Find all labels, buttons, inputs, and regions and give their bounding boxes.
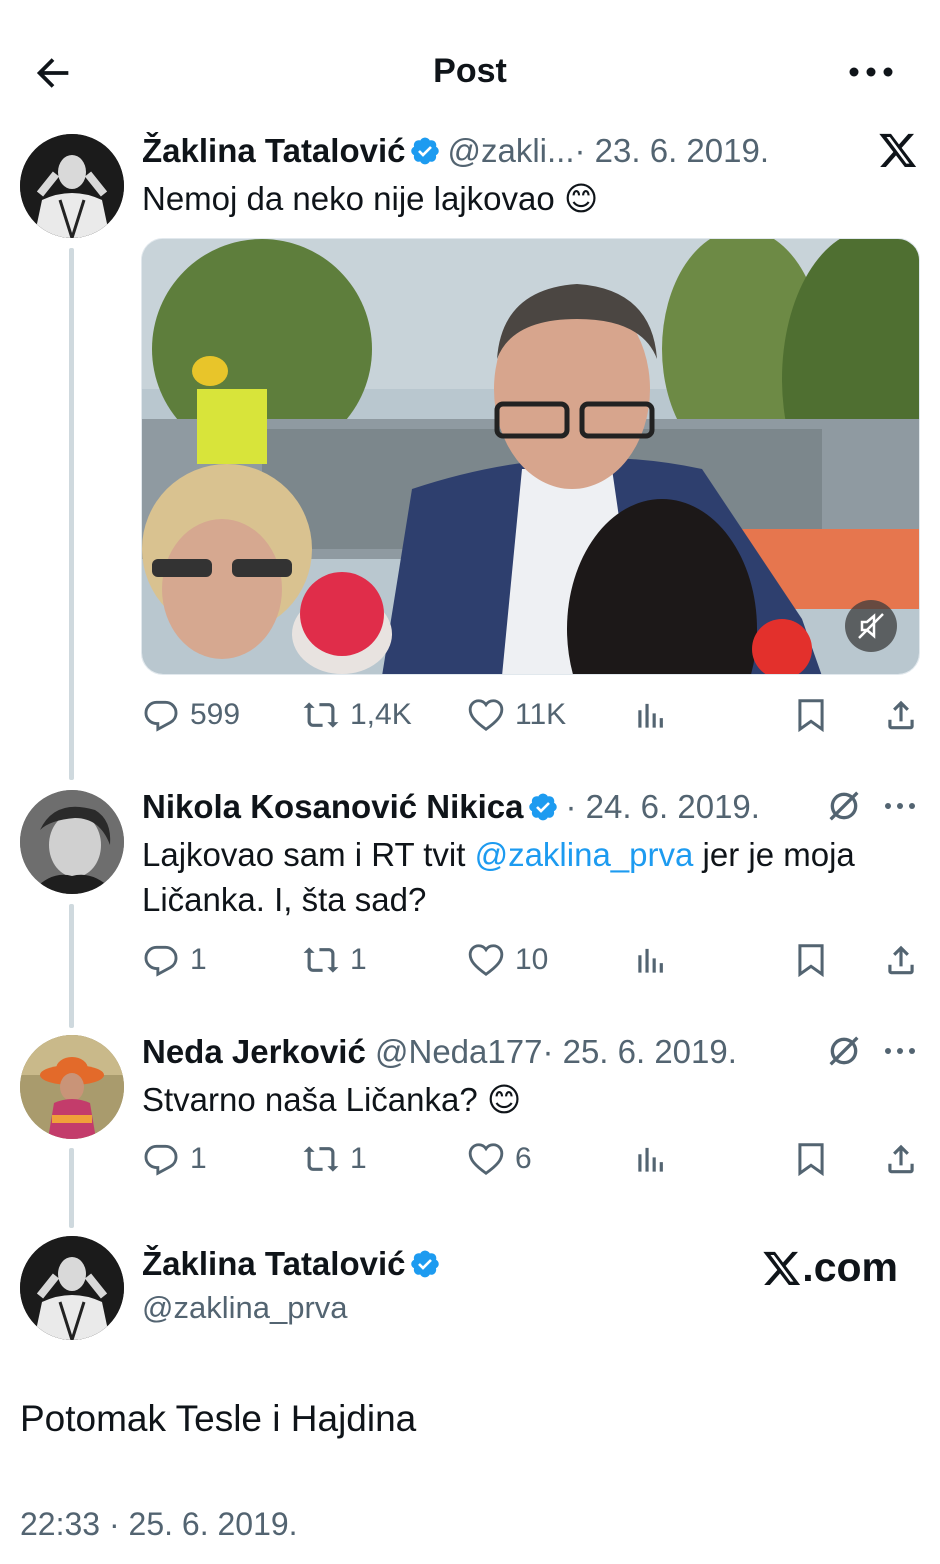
- like-button[interactable]: 6: [467, 1134, 532, 1184]
- author-name[interactable]: Neda Jerković: [142, 1033, 366, 1070]
- reply-button[interactable]: 1: [142, 1134, 207, 1184]
- like-icon: [468, 944, 504, 977]
- more-icon[interactable]: [882, 792, 918, 820]
- avatar[interactable]: [20, 790, 124, 894]
- avatar[interactable]: [20, 1236, 124, 1340]
- tweet-text: Stvarno naša Ličanka? 😊: [142, 1081, 522, 1118]
- reply-count: 1: [190, 1142, 207, 1175]
- like-icon: [468, 699, 504, 732]
- main-tweet-timestamp[interactable]: 22:33 · 25. 6. 2019.: [20, 1506, 298, 1543]
- thread-line: [69, 904, 74, 1028]
- share-button[interactable]: [882, 935, 920, 985]
- bookmark-icon: [798, 944, 824, 978]
- share-icon: [888, 945, 914, 975]
- views-button[interactable]: [632, 935, 670, 985]
- reply-count: 599: [190, 698, 241, 731]
- reply-icon: [144, 1144, 178, 1176]
- page-title: Post: [433, 52, 507, 90]
- author-handle[interactable]: @zakli...: [447, 132, 574, 169]
- more-icon[interactable]: [846, 52, 896, 92]
- grok-icon[interactable]: [824, 786, 864, 826]
- avatar[interactable]: [20, 134, 124, 238]
- tweet-actions: 599 1,4K 11K: [142, 690, 922, 740]
- tweet-date[interactable]: · 23. 6. 2019.: [575, 132, 769, 169]
- repost-count: 1: [350, 1142, 367, 1175]
- bookmark-button[interactable]: [792, 1134, 830, 1184]
- like-button[interactable]: 10: [467, 935, 548, 985]
- tweet-actions: 1 1 10: [142, 935, 922, 985]
- x-com-watermark: .com: [762, 1244, 898, 1291]
- x-logo-icon: [879, 133, 917, 167]
- grok-icon[interactable]: [824, 1031, 864, 1071]
- repost-count: 1,4K: [350, 698, 412, 731]
- x-logo-icon: [763, 1251, 801, 1285]
- like-count: 6: [515, 1142, 532, 1175]
- verified-icon: [411, 137, 440, 165]
- tweet-date[interactable]: · 24. 6. 2019.: [565, 788, 759, 825]
- like-icon: [468, 1143, 504, 1176]
- tweet-text: Nemoj da neko nije lajkovao 😊: [142, 180, 599, 217]
- repost-count: 1: [350, 943, 367, 976]
- verified-icon: [529, 793, 558, 821]
- main-tweet-text: Potomak Tesle i Hajdina: [20, 1398, 417, 1439]
- like-count: 11K: [515, 698, 567, 731]
- like-count: 10: [515, 943, 549, 976]
- bookmark-button[interactable]: [792, 690, 830, 740]
- more-icon[interactable]: [882, 1037, 918, 1065]
- share-icon: [888, 700, 914, 730]
- author-handle[interactable]: @Neda177: [375, 1033, 542, 1070]
- tweet-header: Neda Jerković @Neda177· 25. 6. 2019.: [142, 1032, 737, 1072]
- repost-icon: [303, 702, 339, 728]
- like-button[interactable]: 11K: [467, 690, 566, 740]
- bookmark-button[interactable]: [792, 935, 830, 985]
- share-button[interactable]: [882, 1134, 920, 1184]
- share-button[interactable]: [882, 690, 920, 740]
- author-name[interactable]: Žaklina Tatalović: [142, 132, 405, 169]
- mention-link[interactable]: @zaklina_prva: [475, 836, 694, 873]
- repost-icon: [303, 1146, 339, 1172]
- share-icon: [888, 1144, 914, 1174]
- reply-icon: [144, 945, 178, 977]
- top-bar: Post: [0, 0, 940, 140]
- thread-line: [69, 1148, 74, 1228]
- views-icon: [638, 1147, 663, 1172]
- verified-icon: [411, 1250, 440, 1278]
- bookmark-icon: [798, 1143, 824, 1177]
- thread-line: [69, 248, 74, 780]
- repost-icon: [303, 947, 339, 973]
- reply-button[interactable]: 1: [142, 935, 207, 985]
- reply-icon: [144, 700, 178, 732]
- tweet-date[interactable]: · 25. 6. 2019.: [542, 1033, 736, 1070]
- views-button[interactable]: [632, 690, 670, 740]
- tweet-header: Žaklina Tatalović @zakli...· 23. 6. 2019.: [142, 131, 769, 171]
- video-thumbnail[interactable]: [141, 238, 920, 675]
- reply-button[interactable]: 599: [142, 690, 240, 740]
- mute-icon: [858, 613, 884, 639]
- avatar[interactable]: [20, 1035, 124, 1139]
- main-author-name[interactable]: Žaklina Tatalović: [142, 1244, 447, 1284]
- tweet-actions: 1 1 6: [142, 1134, 922, 1184]
- author-name[interactable]: Nikola Kosanović Nikica: [142, 788, 523, 825]
- bookmark-icon: [798, 699, 824, 733]
- reply-count: 1: [190, 943, 207, 976]
- views-button[interactable]: [632, 1134, 670, 1184]
- views-icon: [638, 948, 663, 973]
- main-author-handle[interactable]: @zaklina_prva: [142, 1290, 348, 1326]
- tweet-text: Lajkovao sam i RT tvit @zaklina_prva jer…: [142, 836, 855, 918]
- repost-button[interactable]: 1: [302, 935, 367, 985]
- tweet-header: Nikola Kosanović Nikica · 24. 6. 2019.: [142, 787, 760, 827]
- views-icon: [638, 703, 663, 728]
- repost-button[interactable]: 1,4K: [302, 690, 412, 740]
- mute-button[interactable]: [845, 600, 897, 652]
- repost-button[interactable]: 1: [302, 1134, 367, 1184]
